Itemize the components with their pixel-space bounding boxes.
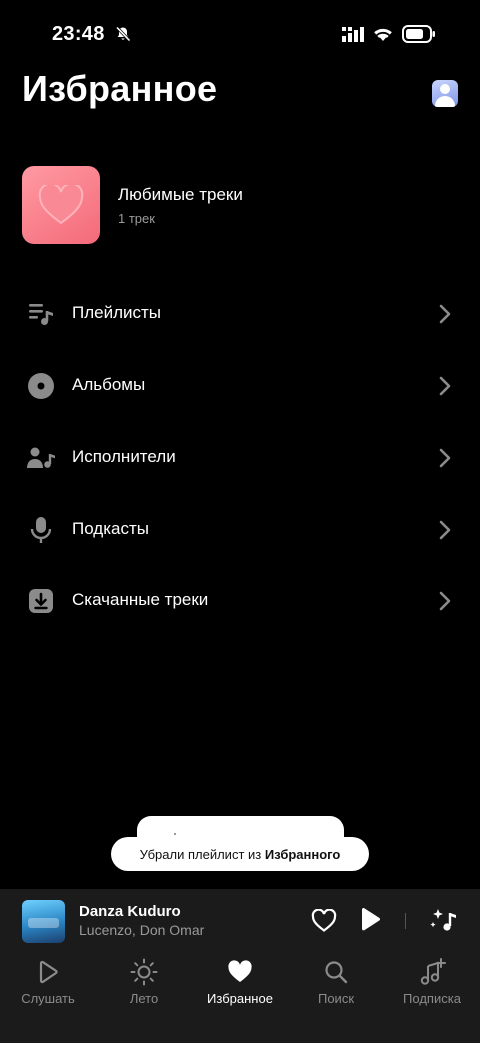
tab-label: Лето: [129, 991, 159, 1006]
menu-label: Подкасты: [72, 519, 149, 538]
heart-icon: [192, 959, 288, 985]
page-title: Избранное: [22, 68, 218, 109]
signal-icon: [342, 26, 364, 47]
tab-subscription[interactable]: Подписка: [384, 958, 480, 1015]
like-button[interactable]: [311, 908, 337, 938]
my-vibe-button[interactable]: [430, 907, 458, 938]
search-icon: [288, 959, 384, 985]
menu-item-albums[interactable]: Альбомы: [0, 358, 480, 414]
status-bar: 23:48: [0, 0, 480, 60]
play-icon: [362, 907, 381, 931]
status-time: 23:48: [52, 23, 105, 45]
heart-cover-icon: [38, 185, 84, 225]
play-button[interactable]: [358, 907, 382, 938]
tab-summer[interactable]: Лето: [96, 958, 192, 1015]
sparkle-music-icon: [430, 909, 456, 931]
menu-label: Исполнители: [72, 447, 176, 466]
tab-label: Подписка: [403, 991, 461, 1006]
divider: [405, 913, 406, 929]
heart-outline-icon: [311, 908, 337, 932]
menu-label: Скачанные треки: [72, 590, 209, 609]
download-icon: [26, 587, 56, 615]
battery-icon: [402, 25, 436, 48]
chevron-right-icon: [438, 519, 452, 546]
tab-label: Слушать: [21, 991, 75, 1006]
favorite-tracks-count: 1 трек: [118, 211, 155, 226]
menu-item-playlists[interactable]: Плейлисты: [0, 286, 480, 342]
chevron-right-icon: [438, 590, 452, 617]
bell-muted-icon: [115, 26, 131, 47]
tab-bar: Слушать Лето Избранное Поиск Подписка: [0, 951, 480, 1043]
playlist-icon: [26, 300, 56, 328]
menu-item-downloads[interactable]: Скачанные треки: [0, 573, 480, 629]
toast-bold-text: Избранного: [264, 846, 341, 862]
microphone-icon: [26, 516, 56, 544]
favorite-tracks-title: Любимые треки: [118, 185, 243, 204]
sun-icon: [96, 958, 192, 986]
chevron-right-icon: [438, 375, 452, 402]
music-plus-icon: [384, 958, 480, 985]
menu-item-podcasts[interactable]: Подкасты: [0, 502, 480, 558]
tab-label: Избранное: [207, 991, 273, 1006]
track-title: Danza Kuduro: [79, 903, 181, 920]
play-outline-icon: [0, 959, 96, 985]
chevron-right-icon: [438, 447, 452, 474]
toast-text: Убрали плейлист из: [139, 846, 265, 862]
mini-player[interactable]: Danza Kuduro Lucenzo, Don Omar: [0, 889, 480, 951]
tab-listen[interactable]: Слушать: [0, 959, 96, 1015]
toast-dot: [174, 833, 176, 835]
toast-message: Убрали плейлист из Избранного: [111, 837, 369, 871]
menu-label: Альбомы: [72, 375, 146, 394]
tab-favorites[interactable]: Избранное: [192, 959, 288, 1015]
favorite-tracks-item[interactable]: Любимые треки 1 трек: [22, 166, 458, 244]
disc-icon: [26, 372, 56, 400]
menu-label: Плейлисты: [72, 303, 162, 322]
tab-search[interactable]: Поиск: [288, 959, 384, 1015]
artists-icon: [26, 444, 56, 472]
status-indicators: [342, 25, 436, 48]
track-artist: Lucenzo, Don Omar: [79, 922, 205, 938]
track-cover: [22, 900, 65, 943]
chevron-right-icon: [438, 303, 452, 330]
wifi-icon: [372, 26, 394, 47]
favorite-tracks-cover: [22, 166, 100, 244]
profile-avatar[interactable]: [432, 80, 458, 107]
menu-item-artists[interactable]: Исполнители: [0, 430, 480, 486]
tab-label: Поиск: [317, 991, 355, 1006]
